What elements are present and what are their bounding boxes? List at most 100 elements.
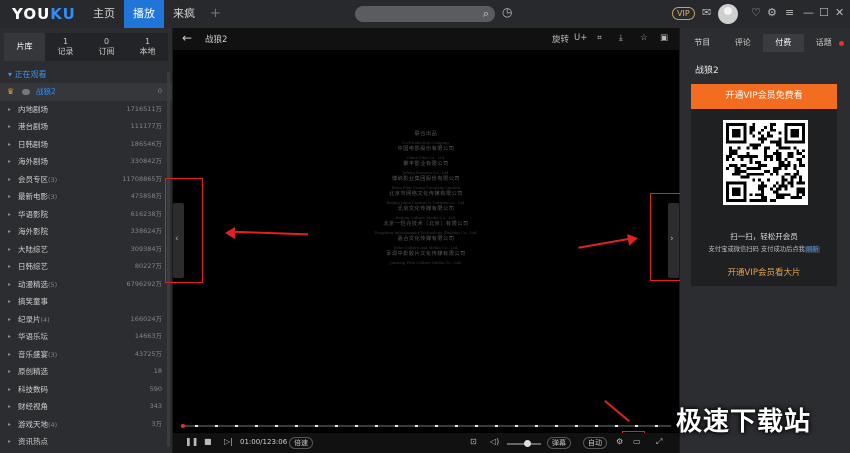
nav-tab-laifeng[interactable]: 来疯 xyxy=(164,0,204,28)
chapter-marker xyxy=(295,425,298,427)
progress-marker[interactable] xyxy=(181,424,185,428)
speed-button[interactable]: 倍速 xyxy=(289,437,313,449)
avatar[interactable] xyxy=(718,4,738,24)
tab-comments[interactable]: 评论 xyxy=(723,34,764,52)
category-item[interactable]: ▸ 原创精选 18 xyxy=(0,363,172,381)
settings-gear-icon[interactable]: ⚙ xyxy=(767,6,777,19)
favorite-star-icon[interactable]: ☆ xyxy=(640,33,648,43)
category-item[interactable]: ▸ 港台剧场 111177万 xyxy=(0,118,172,136)
youku-app-window: YOUKU 主页 播放 来疯 + ⌕ ◷ VIP ✉ ♡ ⚙ ≡ — ☐ ✕ 片… xyxy=(0,0,850,453)
triangle-right-icon: ▸ xyxy=(8,228,12,235)
volume-icon[interactable]: ◁) xyxy=(490,437,499,446)
triangle-right-icon: ▸ xyxy=(8,420,12,428)
web-fullscreen-icon[interactable]: ▭ xyxy=(633,437,641,446)
triangle-right-icon: ▸ xyxy=(8,333,12,340)
credit-company-en: Beijing Jinjie Culture & Tourism Co., Lt… xyxy=(386,199,466,205)
triangle-right-icon: ▸ xyxy=(8,175,12,183)
now-watching-header[interactable]: ▾ 正在观看 xyxy=(8,69,172,83)
mini-window-icon[interactable]: ▣ xyxy=(660,33,668,43)
category-item[interactable]: ▸ 纪录片(4) 166024万 xyxy=(0,311,172,329)
category-item[interactable]: ▸ 会员专区(3) 11708865万 xyxy=(0,171,172,189)
pause-icon[interactable]: ❚❚ xyxy=(185,437,198,446)
menu-icon[interactable]: ≡ xyxy=(785,6,794,19)
next-icon[interactable]: ▷| xyxy=(224,437,233,446)
current-video-title: 战狼2 xyxy=(36,87,56,96)
category-item[interactable]: ▸ 华语影院 616238万 xyxy=(0,206,172,224)
player-top-bar: ← 战狼2 旋转 U+ ⌗ ⤓ ☆ ▣ xyxy=(173,28,679,50)
sidebar-tab-subscriptions[interactable]: 0 订阅 xyxy=(86,33,127,61)
category-label: 海外剧场 xyxy=(18,157,48,166)
category-item[interactable]: ▸ 游戏天地(4) 3万 xyxy=(0,416,172,434)
category-extra: (5) xyxy=(48,280,58,289)
triangle-right-icon: ▸ xyxy=(8,403,12,410)
credit-company-en: Juntong Film Culture Media Co., Ltd. xyxy=(390,259,462,265)
video-player[interactable]: ← 战狼2 旋转 U+ ⌗ ⤓ ☆ ▣ 联合出品 Co-Production Co… xyxy=(165,28,681,453)
nav-tab-home[interactable]: 主页 xyxy=(84,0,124,28)
qr-payment-card: 扫一扫，轻松开会员 支付宝或微信扫码 支付成功后点我刷新 开通VIP会员看大片 xyxy=(691,109,837,286)
history-clock-icon[interactable]: ◷ xyxy=(502,5,512,19)
minimize-icon[interactable]: — xyxy=(803,6,814,19)
vip-badge[interactable]: VIP xyxy=(672,7,695,20)
crop-icon[interactable]: ⌗ xyxy=(597,33,602,43)
close-icon[interactable]: ✕ xyxy=(835,6,844,19)
stop-icon[interactable]: ■ xyxy=(204,437,212,446)
category-item[interactable]: ▸ 大陆综艺 309384万 xyxy=(0,241,172,259)
category-item[interactable]: ▸ 海外影院 338624万 xyxy=(0,223,172,241)
volume-knob[interactable] xyxy=(524,440,531,447)
sidebar-tab-history[interactable]: 1 记录 xyxy=(45,33,86,61)
add-tab-button[interactable]: + xyxy=(204,0,227,28)
maximize-icon[interactable]: ☐ xyxy=(819,6,829,19)
category-extra: (3) xyxy=(48,193,58,201)
category-item[interactable]: ▸ 资讯热点 xyxy=(0,433,172,451)
category-item[interactable]: ▸ 日韩剧场 186546万 xyxy=(0,136,172,154)
tab-episodes[interactable]: 节目 xyxy=(682,34,723,52)
search-icon[interactable]: ⌕ xyxy=(483,7,489,21)
current-video-item[interactable]: ♛ 战狼2 0 xyxy=(0,83,172,101)
open-vip-button[interactable]: 开通VIP会员免费看 xyxy=(691,84,837,109)
tab-topics[interactable]: 话题 xyxy=(804,34,845,52)
chapter-marker xyxy=(615,425,618,427)
sidebar-tab-local[interactable]: 1 本地 xyxy=(127,33,168,61)
category-item[interactable]: ▸ 搞笑童事 xyxy=(0,293,172,311)
rotate-button[interactable]: 旋转 xyxy=(552,33,569,45)
back-arrow-icon[interactable]: ← xyxy=(182,31,192,45)
quality-button[interactable]: 自动 xyxy=(583,437,607,449)
category-item[interactable]: ▸ 日韩综艺 80227万 xyxy=(0,258,172,276)
settings-icon[interactable]: ⚙ xyxy=(616,437,623,446)
sidebar-tab-count: 1 xyxy=(144,37,151,46)
skin-icon[interactable]: ♡ xyxy=(751,6,761,19)
youku-logo[interactable]: YOUKU xyxy=(12,5,84,23)
category-count: 186546万 xyxy=(130,139,162,148)
credit-company-en: China Film Co., Ltd. xyxy=(406,154,446,160)
screenshot-icon[interactable]: ⊡ xyxy=(470,437,477,446)
category-item[interactable]: ▸ 科技数码 590 xyxy=(0,381,172,399)
sidebar-tab-library[interactable]: 片库 xyxy=(4,33,45,61)
nav-tab-play[interactable]: 播放 xyxy=(124,0,164,28)
danmaku-button[interactable]: 弹幕 xyxy=(547,437,571,449)
u-plus-button[interactable]: U+ xyxy=(574,33,587,43)
download-icon[interactable]: ⤓ xyxy=(619,33,623,43)
category-count: 18 xyxy=(153,367,162,375)
vip-watch-more-link[interactable]: 开通VIP会员看大片 xyxy=(691,266,837,278)
category-item[interactable]: ▸ 音乐盛宴(3) 43725万 xyxy=(0,346,172,364)
category-item[interactable]: ▸ 海外剧场 330842万 xyxy=(0,153,172,171)
category-label: 科技数码 xyxy=(18,384,48,394)
triangle-right-icon: ▸ xyxy=(8,438,12,445)
category-item[interactable]: ▸ 最新电影(3) 475858万 xyxy=(0,188,172,206)
category-label: 原创精选 xyxy=(18,367,48,376)
category-item[interactable]: ▸ 财经视角 343 xyxy=(0,398,172,416)
progress-bar[interactable] xyxy=(181,424,671,428)
category-item[interactable]: ▸ 内地剧场 1716511万 xyxy=(0,101,172,119)
fullscreen-icon[interactable]: ⤢ xyxy=(656,437,662,447)
tab-paid[interactable]: 付费 xyxy=(763,34,804,52)
category-label: 大陆综艺 xyxy=(18,244,48,254)
category-label: 日韩综艺 xyxy=(18,262,48,271)
category-count: 309384万 xyxy=(130,244,162,253)
mail-icon[interactable]: ✉ xyxy=(702,6,711,19)
search-input[interactable]: ⌕ xyxy=(355,6,495,22)
category-item[interactable]: ▸ 动漫精选(5) 6796292万 xyxy=(0,276,172,294)
volume-slider[interactable] xyxy=(507,440,541,447)
category-item[interactable]: ▸ 华语乐坛 14663万 xyxy=(0,328,172,346)
category-count: 11708865万 xyxy=(122,174,162,183)
refresh-link[interactable]: 刷新 xyxy=(804,246,820,253)
